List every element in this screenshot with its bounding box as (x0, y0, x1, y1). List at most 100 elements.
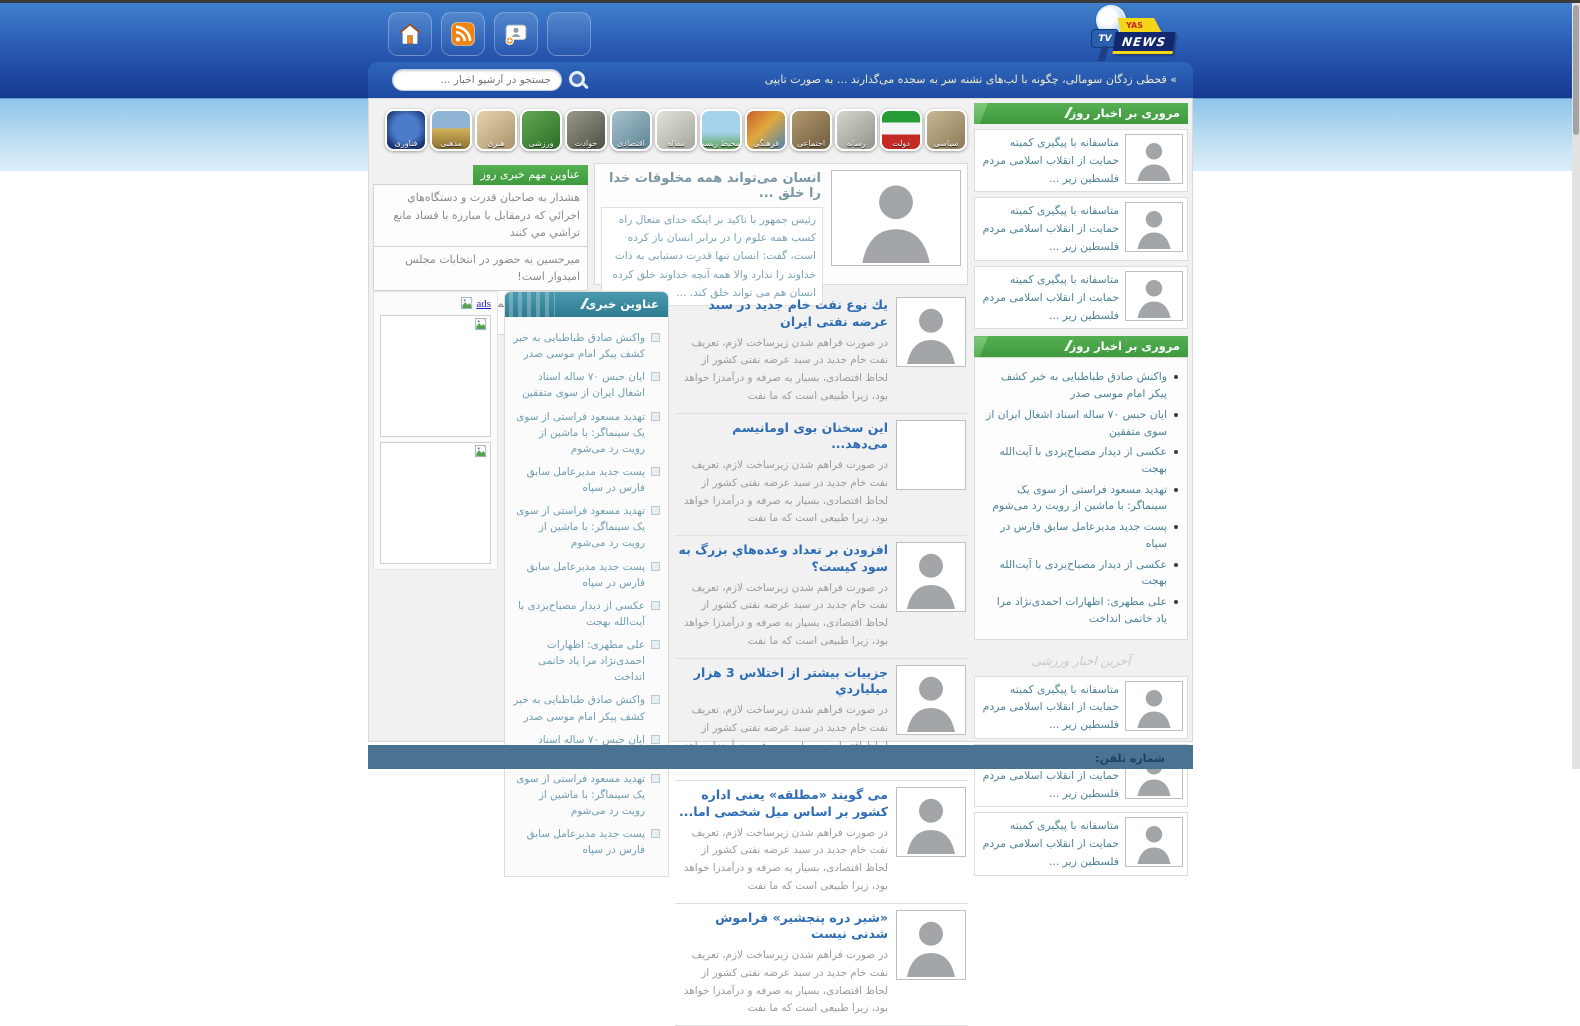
category-thumb[interactable]: سیاسی (925, 109, 967, 151)
category-label: سیاسی (927, 139, 965, 148)
square-bullet-icon (651, 562, 660, 571)
featured-article-photo[interactable] (831, 170, 961, 266)
square-bullet-icon (651, 829, 660, 838)
category-thumb[interactable]: مذهبی (430, 109, 472, 151)
sidebar-bullet-item[interactable]: عکسی از دیدار مصباح‌یزدی با آیت‌الله بهج… (984, 557, 1178, 590)
headline-text[interactable]: واکنش صادق طباطبایی به خبر کشف پیکر امام… (513, 330, 645, 362)
article-title[interactable]: این سخنان بوی اومانیسم می‌دهد... (677, 420, 888, 454)
headline-list-item[interactable]: علی مطهری: اظهارات احمدی‌نژاد مرا یاد خا… (513, 637, 660, 685)
headline-list-item[interactable]: عکسی از دیدار مصباح‌یزدی با آیت‌الله بهج… (513, 598, 660, 630)
article-photo[interactable] (896, 420, 966, 490)
article-title[interactable]: می گویند «مطلقه» یعنی اداره کشور بر اساس… (677, 787, 888, 821)
contact-button[interactable] (494, 12, 538, 56)
sidebar-news-text[interactable]: متاسفانه با پیگیری کمیته حمایت از انقلاب… (979, 202, 1119, 255)
headline-list: واکنش صادق طباطبایی به خبر کشف پیکر امام… (505, 317, 668, 876)
sidebar-news-item[interactable]: متاسفانه با پیگیری کمیته حمایت از انقلاب… (974, 676, 1188, 739)
headlines-column-header: عناوین خبری (505, 292, 668, 317)
ads-link[interactable]: ads (476, 298, 491, 310)
headline-list-item[interactable]: تهدید مسعود فراستی از سوی یک سینماگر: با… (513, 503, 660, 551)
sidebar-news-item[interactable]: متاسفانه با پیگیری کمیته حمایت از انقلاب… (974, 197, 1188, 260)
headline-list-item[interactable]: تهدید مسعود فراستی از سوی یک سینماگر: با… (513, 409, 660, 457)
headline-list-item[interactable]: پست جدید مدیرعامل سابق فارس در سپاه (513, 559, 660, 591)
article-title[interactable]: یك نوع نفت خام جدید در سبد عرضه نفتی ایر… (677, 297, 888, 331)
article-photo[interactable] (896, 542, 966, 612)
headline-text[interactable]: تهدید مسعود فراستی از سوی یک سینماگر: با… (513, 503, 645, 551)
headline-text[interactable]: علی مطهری: اظهارات احمدی‌نژاد مرا یاد خا… (513, 637, 645, 685)
person-silhouette (834, 173, 958, 263)
headline-text[interactable]: پست جدید مدیرعامل سابق فارس در سپاه (513, 464, 645, 496)
category-thumb[interactable]: مقاله (655, 109, 697, 151)
sidebar-news-text[interactable]: متاسفانه با پیگیری کمیته حمایت از انقلاب… (979, 134, 1119, 187)
sidebar-bullet-item[interactable]: علی مطهری: اظهارات احمدی‌نژاد مرا یاد خا… (984, 594, 1178, 627)
article-excerpt: در صورت فراهم شدن زیرساخت لازم، تعریف نف… (677, 457, 888, 528)
headline-text[interactable]: تهدید مسعود فراستی از سوی یک سینماگر: با… (513, 409, 645, 457)
category-thumb[interactable]: هنری (475, 109, 517, 151)
sidebar-bullet-item[interactable]: تهدید مسعود فراستی از سوی یک سینماگر: با… (984, 482, 1178, 515)
square-bullet-icon (651, 412, 660, 421)
sidebar-news-text[interactable]: متاسفانه با پیگیری کمیته حمایت از انقلاب… (979, 681, 1119, 734)
category-strip: سیاسی دولت رسانه اجتماعی فرهنگی محیط زیس… (373, 103, 968, 157)
article-photo[interactable] (896, 297, 966, 367)
logo-yas-label: YAS (1118, 18, 1162, 33)
top-headline-item[interactable]: میرحسین به حضور در انتخابات مجلس امیدوار… (373, 246, 588, 291)
category-thumb[interactable]: حوادث (565, 109, 607, 151)
category-thumb[interactable]: رسانه (835, 109, 877, 151)
article-photo[interactable] (896, 665, 966, 735)
ad-placeholder[interactable] (380, 315, 491, 437)
sidebar-bullet-item[interactable]: عکسی از دیدار مصباح‌یزدی با آیت‌الله بهج… (984, 444, 1178, 477)
headline-list-item[interactable]: ایان حبس ۷۰ ساله اسناد اشغال ایران از سو… (513, 369, 660, 401)
rss-button[interactable] (441, 12, 485, 56)
site-logo[interactable]: YAS TV NEWS (1088, 5, 1178, 63)
scrollbar-thumb[interactable] (1573, 5, 1579, 135)
home-button[interactable] (388, 12, 432, 56)
top-headline-item[interactable]: هشدار به صاحبان قدرت و دستگاه‌هاي اجرائي… (373, 184, 588, 247)
category-thumb[interactable]: محیط زیست (700, 109, 742, 151)
category-thumb[interactable]: فرهنگی (745, 109, 787, 151)
square-bullet-icon (651, 735, 660, 744)
sidebar-news-item[interactable]: متاسفانه با پیگیری کمیته حمایت از انقلاب… (974, 266, 1188, 329)
sidebar-bullet-item[interactable]: واکنش صادق طباطبایی به خبر کشف پیکر امام… (984, 369, 1178, 402)
headline-text[interactable]: پست جدید مدیرعامل سابق فارس در سپاه (513, 826, 645, 858)
headline-list-item[interactable]: پست جدید مدیرعامل سابق فارس در سپاه (513, 826, 660, 858)
article-title[interactable]: افزودن بر تعداد وعده‌هاي بزرگ به سود کیس… (677, 542, 888, 576)
headline-text[interactable]: واکنش صادق طباطبایی به خبر کشف پیکر امام… (513, 692, 645, 724)
dot-bullet-icon (1174, 450, 1178, 454)
ad-placeholder[interactable] (380, 442, 491, 564)
sidebar-news-text[interactable]: متاسفانه با پیگیری کمیته حمایت از انقلاب… (979, 817, 1119, 870)
category-thumb[interactable]: اقتصادی (610, 109, 652, 151)
ticker-headline[interactable]: » قحطی زدگان سومالی، چگونه با لب‌های تشن… (765, 73, 1177, 86)
headline-text[interactable]: تهدید مسعود فراستی از سوی یک سینماگر: با… (513, 771, 645, 819)
sidebar-news-item[interactable]: متاسفانه با پیگیری کمیته حمایت از انقلاب… (974, 129, 1188, 192)
featured-article-title[interactable]: انسان می‌تواند همه مخلوقات خدا را خلق ..… (603, 171, 821, 201)
square-bullet-icon (651, 372, 660, 381)
headline-list-item[interactable]: پست جدید مدیرعامل سابق فارس در سپاه (513, 464, 660, 496)
sidebar-news-text[interactable]: متاسفانه با پیگیری کمیته حمایت از انقلاب… (979, 271, 1119, 324)
sidebar-bullet-item[interactable]: پست جدید مدیرعامل سابق فارس در سپاه (984, 519, 1178, 552)
category-thumb[interactable]: اجتماعی (790, 109, 832, 151)
section-tab: عناوین مهم خبری روز (473, 165, 589, 185)
category-thumb[interactable]: ورزشی (520, 109, 562, 151)
article-photo[interactable] (896, 787, 966, 857)
search-ticker-panel: » قحطی زدگان سومالی، چگونه با لب‌های تشن… (368, 62, 1193, 98)
broken-image-icon (475, 318, 488, 331)
headline-list-item[interactable]: واکنش صادق طباطبایی به خبر کشف پیکر امام… (513, 692, 660, 724)
person-silhouette (1128, 684, 1180, 728)
article-title[interactable]: جزییات بیشتر از اختلاس 3 هزار میلیاردي (677, 665, 888, 699)
headline-list-item[interactable]: تهدید مسعود فراستی از سوی یک سینماگر: با… (513, 771, 660, 819)
headline-list-item[interactable]: واکنش صادق طباطبایی به خبر کشف پیکر امام… (513, 330, 660, 362)
sidebar-news-item[interactable]: متاسفانه با پیگیری کمیته حمایت از انقلاب… (974, 812, 1188, 875)
search-input[interactable] (392, 69, 562, 91)
headline-text[interactable]: عکسی از دیدار مصباح‌یزدی با آیت‌الله بهج… (513, 598, 645, 630)
blank-button[interactable] (547, 12, 591, 56)
headline-text[interactable]: ایان حبس ۷۰ ساله اسناد اشغال ایران از سو… (513, 369, 645, 401)
category-thumb[interactable]: دولت (880, 109, 922, 151)
article-photo[interactable] (896, 910, 966, 980)
category-thumb[interactable]: فناوری (385, 109, 427, 151)
article-title[interactable]: «شیر دره پنجشیر» فراموش شدنی نیست (677, 910, 888, 944)
search-icon[interactable] (568, 70, 588, 90)
scrollbar[interactable] (1572, 3, 1580, 769)
person-silhouette (899, 668, 963, 732)
person-silhouette (1128, 205, 1180, 249)
sidebar-bullet-item[interactable]: ایان حبس ۷۰ ساله اسناد اشغال ایران از سو… (984, 407, 1178, 440)
headline-text[interactable]: پست جدید مدیرعامل سابق فارس در سپاه (513, 559, 645, 591)
